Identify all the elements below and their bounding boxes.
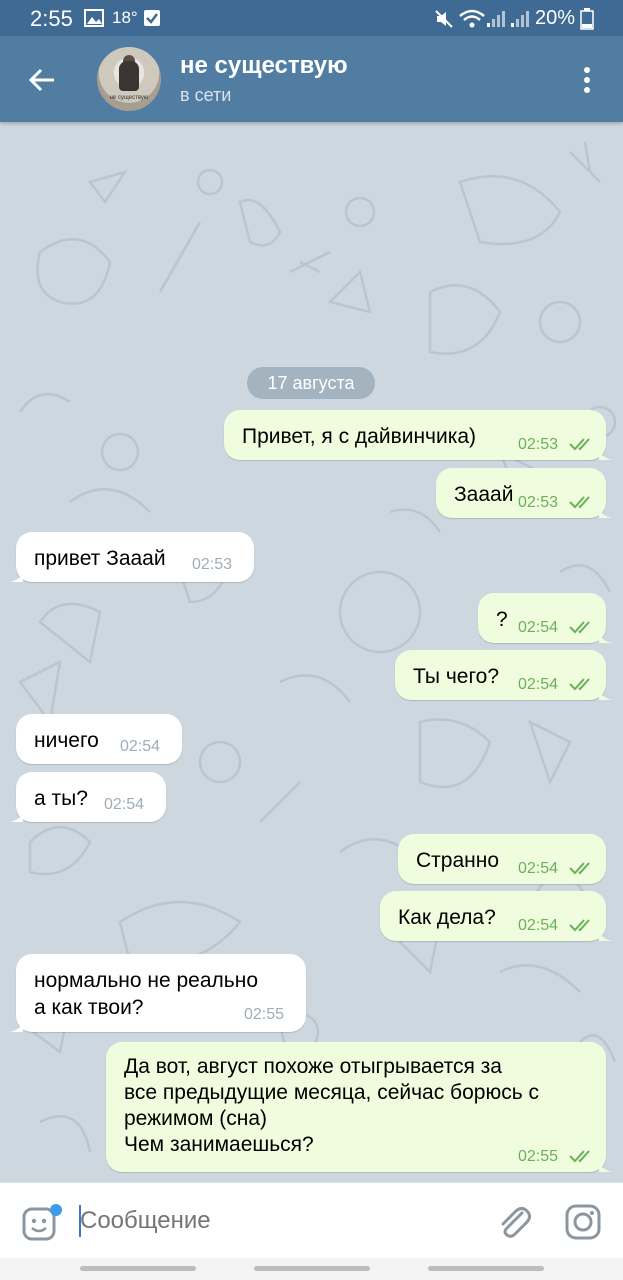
more-vertical-icon[interactable] <box>572 64 602 98</box>
signal-icon-2 <box>511 11 529 27</box>
bubble-tail <box>599 504 613 518</box>
message-time: 02:53 <box>518 436 559 453</box>
status-temperature: 18° <box>112 8 138 27</box>
message-input[interactable] <box>80 1205 460 1237</box>
bubble-tail <box>599 1158 613 1172</box>
date-separator: 17 августа <box>247 367 375 399</box>
bubble-tail <box>599 629 613 643</box>
wifi-icon <box>459 9 485 28</box>
bubble-tail <box>599 927 613 941</box>
arrow-left-icon[interactable] <box>22 60 62 100</box>
chat-area[interactable]: 17 августа Привет, я с дайвинчика) 02:53… <box>0 122 623 1182</box>
double-check-icon <box>569 678 590 691</box>
message-text: ничего <box>34 729 99 752</box>
online-status: в сети <box>180 85 232 105</box>
message-time: 02:54 <box>120 738 161 755</box>
message-time: 02:53 <box>192 556 233 573</box>
gallery-icon <box>84 9 104 27</box>
message-outgoing[interactable]: Да вот, август похоже отыгрывается за вс… <box>106 1042 613 1172</box>
sticker-icon[interactable] <box>22 1203 66 1243</box>
double-check-icon <box>569 496 590 509</box>
message-time: 02:53 <box>518 494 559 511</box>
message-text: Как дела? <box>398 906 496 929</box>
message-outgoing[interactable]: Привет, я с дайвинчика) 02:53 <box>224 410 613 460</box>
instagram-camera-icon[interactable] <box>564 1203 602 1241</box>
double-check-icon <box>569 919 590 932</box>
double-check-icon <box>569 438 590 451</box>
message-text: Привет, я с дайвинчика) <box>242 425 477 448</box>
battery-icon <box>580 8 594 30</box>
message-incoming[interactable]: нормально не реально а как твои? 02:55 <box>9 954 306 1032</box>
message-outgoing[interactable]: Ты чего? 02:54 <box>395 650 613 700</box>
avatar[interactable]: не существую <box>97 47 161 111</box>
chat-title[interactable]: не существую <box>180 52 348 80</box>
message-time: 02:54 <box>518 860 559 877</box>
message-text: Ты чего? <box>413 665 500 688</box>
double-check-icon <box>569 621 590 634</box>
message-incoming[interactable]: а ты? 02:54 <box>9 772 166 822</box>
double-check-icon <box>569 1150 590 1163</box>
message-text: Да вот, август похоже отыгрывается за вс… <box>124 1055 539 1156</box>
double-check-icon <box>569 862 590 875</box>
message-text: Странно <box>416 849 500 872</box>
status-bar: 2:55 18° 20% <box>0 0 623 36</box>
message-text: нормально не реально а как твои? <box>34 969 258 1019</box>
message-outgoing[interactable]: Зааай 02:53 <box>436 468 613 518</box>
system-navigation-bar <box>0 1258 623 1280</box>
checkbox-notification-icon <box>144 10 160 26</box>
nav-home[interactable] <box>254 1266 370 1271</box>
message-time: 02:55 <box>244 1006 285 1023</box>
message-time: 02:54 <box>104 796 145 813</box>
message-outgoing[interactable]: Странно 02:54 <box>398 834 606 884</box>
composer-bar <box>0 1182 623 1259</box>
bubble-tail <box>9 568 23 582</box>
bubble-tail <box>9 808 23 822</box>
bubble-tail <box>9 1018 23 1032</box>
message-text: а ты? <box>34 787 88 810</box>
message-text: привет Зааай <box>34 547 166 570</box>
signal-icon-1 <box>487 11 505 27</box>
message-time: 02:54 <box>518 676 559 693</box>
chat-header: не существую не существую в сети <box>0 36 623 122</box>
status-time: 2:55 <box>30 6 73 31</box>
message-outgoing[interactable]: Как дела? 02:54 <box>380 891 613 941</box>
avatar-caption: не существую <box>109 95 149 101</box>
message-time: 02:54 <box>518 619 559 636</box>
message-incoming[interactable]: ничего 02:54 <box>16 714 182 764</box>
message-time: 02:54 <box>518 917 559 934</box>
nav-back[interactable] <box>428 1266 544 1271</box>
message-text: Зааай <box>454 483 514 506</box>
message-time: 02:55 <box>518 1148 559 1165</box>
bubble-tail <box>599 686 613 700</box>
bubble-tail <box>599 446 613 460</box>
message-text: ? <box>496 608 508 631</box>
paperclip-icon[interactable] <box>494 1201 534 1241</box>
message-outgoing[interactable]: ? 02:54 <box>478 593 613 643</box>
nav-recents[interactable] <box>80 1266 196 1271</box>
battery-percent: 20% <box>535 7 576 29</box>
message-incoming[interactable]: привет Зааай 02:53 <box>9 532 254 582</box>
mute-icon <box>435 10 453 28</box>
